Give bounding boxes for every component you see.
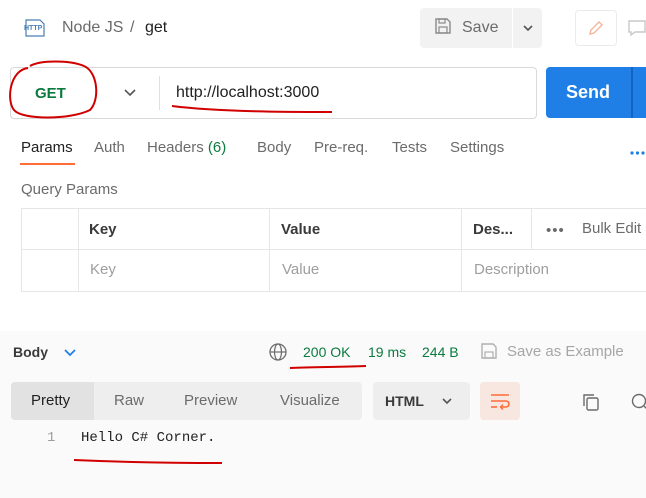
chevron-down-icon[interactable]: [122, 84, 138, 100]
column-header-key: Key: [89, 221, 117, 238]
view-tab-pretty[interactable]: Pretty: [31, 392, 70, 409]
format-select[interactable]: HTML: [373, 382, 470, 420]
save-as-example-button[interactable]: Save as Example: [507, 343, 624, 360]
tab-params[interactable]: Params: [21, 139, 73, 156]
table-divider: [461, 208, 462, 292]
status-code[interactable]: 200 OK: [303, 344, 350, 360]
line-number: 1: [47, 430, 56, 446]
more-icon[interactable]: [629, 144, 646, 155]
send-options-divider: [631, 67, 633, 118]
chevron-down-icon: [522, 25, 533, 32]
value-input[interactable]: Value: [282, 261, 319, 278]
tab-settings[interactable]: Settings: [450, 139, 504, 156]
wrap-lines-icon: [491, 394, 510, 410]
column-header-description: Des...: [473, 221, 514, 238]
tab-prereq[interactable]: Pre-req.: [314, 139, 368, 156]
column-header-value: Value: [281, 221, 321, 238]
edit-button[interactable]: [575, 10, 617, 46]
save-icon: [480, 342, 498, 360]
key-input[interactable]: Key: [90, 261, 116, 278]
format-label: HTML: [385, 393, 424, 409]
headers-count: (6): [207, 139, 227, 156]
more-options-icon[interactable]: •••: [546, 222, 565, 239]
url-input[interactable]: http://localhost:3000: [176, 84, 319, 102]
tab-headers-label: Headers: [147, 139, 204, 156]
save-button[interactable]: Save: [420, 8, 512, 48]
view-tab-raw[interactable]: Raw: [114, 392, 144, 409]
save-label: Save: [462, 19, 499, 36]
chevron-down-icon: [442, 398, 452, 405]
http-file-icon: HTTP: [24, 16, 48, 38]
tab-headers[interactable]: Headers (6): [147, 139, 226, 156]
response-size[interactable]: 244 B: [422, 344, 459, 360]
breadcrumb-separator: /: [130, 19, 135, 36]
url-divider: [159, 76, 160, 110]
breadcrumb-parent[interactable]: Node JS: [62, 19, 123, 37]
active-tab-indicator: [20, 163, 75, 165]
view-tab-preview[interactable]: Preview: [184, 392, 237, 409]
chevron-down-icon[interactable]: [62, 344, 78, 360]
table-divider: [21, 249, 646, 250]
wrap-lines-button[interactable]: [480, 382, 520, 420]
table-divider: [531, 208, 532, 249]
tab-auth[interactable]: Auth: [94, 139, 125, 156]
response-body-label[interactable]: Body: [13, 344, 48, 360]
tab-tests[interactable]: Tests: [392, 139, 427, 156]
table-divider: [269, 208, 270, 292]
save-icon: [434, 17, 452, 40]
globe-icon[interactable]: [268, 342, 288, 362]
svg-text:HTTP: HTTP: [24, 25, 43, 32]
response-code-line[interactable]: Hello C# Corner.: [81, 430, 215, 446]
search-icon[interactable]: [630, 392, 646, 412]
comments-button[interactable]: [622, 10, 646, 46]
method-select[interactable]: GET: [35, 85, 66, 102]
table-divider: [78, 208, 79, 292]
view-tab-visualize[interactable]: Visualize: [280, 392, 340, 409]
query-params-title: Query Params: [21, 181, 118, 198]
pencil-icon: [589, 21, 603, 35]
save-options-button[interactable]: [513, 8, 542, 48]
tab-body[interactable]: Body: [257, 139, 291, 156]
description-input[interactable]: Description: [474, 261, 549, 278]
comment-icon: [628, 20, 646, 37]
copy-icon[interactable]: [581, 392, 601, 412]
response-time[interactable]: 19 ms: [368, 344, 406, 360]
breadcrumb-current[interactable]: get: [145, 19, 167, 37]
bulk-edit-button[interactable]: Bulk Edit: [582, 220, 641, 237]
